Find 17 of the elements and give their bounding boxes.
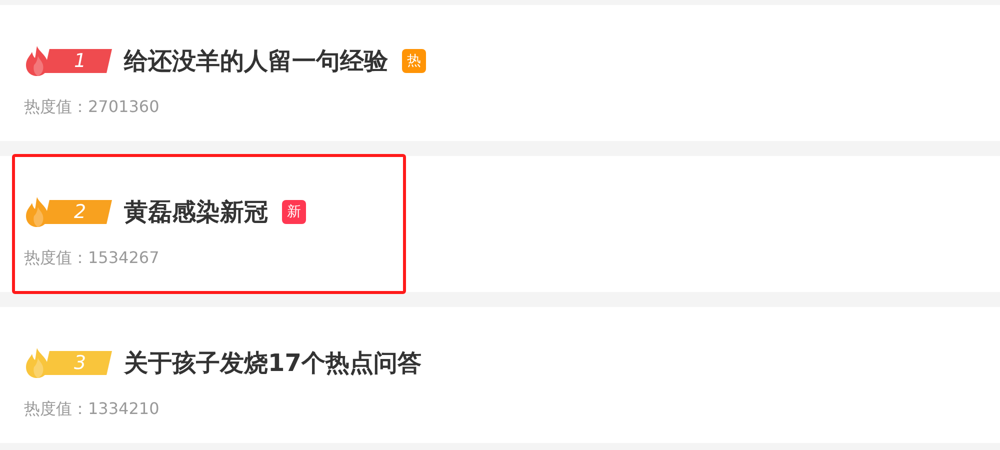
hot-topic-card[interactable]: 1 给还没羊的人留一句经验 热 热度值：2701360 xyxy=(0,5,1000,141)
flame-icon xyxy=(24,196,50,228)
heat-value: 热度值：2701360 xyxy=(24,97,160,116)
flame-icon xyxy=(24,347,50,379)
hot-topic-card[interactable]: 3 关于孩子发烧17个热点问答 热度值：1334210 xyxy=(0,307,1000,443)
hot-topic-card[interactable]: 2 黄磊感染新冠 新 热度值：1534267 xyxy=(0,156,1000,292)
topic-tag: 新 xyxy=(282,200,306,224)
heat-value: 热度值：1334210 xyxy=(24,399,160,418)
flame-icon xyxy=(24,45,50,77)
heat-value: 热度值：1534267 xyxy=(24,248,160,267)
rank-number: 2 xyxy=(44,200,112,224)
topic-title[interactable]: 给还没羊的人留一句经验 xyxy=(124,43,388,79)
topic-title[interactable]: 关于孩子发烧17个热点问答 xyxy=(124,345,422,381)
topic-tag: 热 xyxy=(402,49,426,73)
rank-number: 3 xyxy=(44,351,112,375)
topic-title[interactable]: 黄磊感染新冠 xyxy=(124,194,268,230)
rank-number: 1 xyxy=(44,49,112,73)
